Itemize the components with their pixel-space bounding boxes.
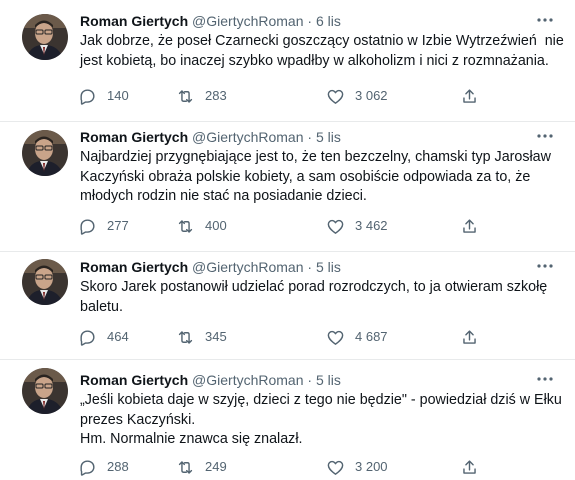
share-icon (460, 87, 479, 106)
like-button[interactable]: 3 200 (326, 457, 388, 477)
retweet-count: 400 (205, 218, 227, 233)
tweet-text-line: młodych rodzin nie stać na posiadanie dz… (80, 188, 367, 204)
share-icon (460, 217, 479, 236)
more-horizontal-icon[interactable] (535, 10, 555, 30)
author-handle[interactable]: @GiertychRoman (192, 372, 303, 388)
tweet-feed: Roman Giertych @GiertychRoman · 6 lis Ja… (0, 0, 575, 480)
avatar[interactable] (22, 14, 68, 60)
tweet-actions: 140 283 3 062 (78, 86, 478, 106)
retweet-button[interactable]: 400 (176, 216, 227, 236)
retweet-count: 345 (205, 329, 227, 344)
reply-count: 140 (107, 88, 129, 103)
tweet-actions: 464 345 4 687 (78, 327, 478, 347)
tweet-header: Roman Giertych @GiertychRoman · 6 lis (80, 12, 341, 31)
tweet-text: Skoro Jarek postanowił udzielać porad ro… (80, 278, 560, 317)
tweet-text-line: „Jeśli kobieta daje w szyję, dzieci z te… (80, 392, 562, 408)
tweet-actions: 277 400 3 462 (78, 216, 478, 236)
author-name[interactable]: Roman Giertych (80, 13, 188, 29)
more-horizontal-icon[interactable] (535, 256, 555, 276)
share-button[interactable] (460, 457, 479, 477)
author-name[interactable]: Roman Giertych (80, 259, 188, 275)
tweet-timestamp[interactable]: 6 lis (316, 13, 341, 29)
retweet-icon (176, 87, 195, 106)
tweet-text-line: Najbardziej przygnębiające jest to, że t… (80, 149, 551, 165)
like-count: 3 062 (355, 88, 388, 103)
tweet-text: Najbardziej przygnębiające jest to, że t… (80, 148, 560, 207)
avatar[interactable] (22, 130, 68, 176)
retweet-icon (176, 458, 195, 477)
like-icon (326, 87, 345, 106)
tweet-text-line: Skoro Jarek postanowił udzielać porad ro… (80, 279, 548, 295)
like-button[interactable]: 3 062 (326, 86, 388, 106)
tweet-text-line: jest kobietą, bo inaczej szybko wpadłby … (80, 52, 549, 69)
like-icon (326, 217, 345, 236)
tweet-text-line: baletu. (80, 298, 123, 315)
reply-count: 288 (107, 459, 129, 474)
reply-icon (78, 87, 97, 106)
retweet-icon (176, 328, 195, 347)
reply-icon (78, 328, 97, 347)
reply-button[interactable]: 464 (78, 327, 129, 347)
reply-count: 464 (107, 329, 129, 344)
tweet-timestamp[interactable]: 5 lis (316, 372, 341, 388)
separator-dot: · (307, 259, 313, 275)
tweet-timestamp[interactable]: 5 lis (316, 259, 341, 275)
retweet-count: 283 (205, 88, 227, 103)
tweet-header: Roman Giertych @GiertychRoman · 5 lis (80, 258, 341, 277)
separator-dot: · (307, 13, 313, 29)
author-handle[interactable]: @GiertychRoman (192, 13, 303, 29)
retweet-button[interactable]: 249 (176, 457, 227, 477)
avatar[interactable] (22, 368, 68, 414)
separator-dot: · (307, 129, 313, 145)
share-button[interactable] (460, 86, 479, 106)
retweet-count: 249 (205, 459, 227, 474)
tweet-text-line: Kaczyński obraża polskie kobiety, a sam … (80, 168, 531, 185)
tweet-header: Roman Giertych @GiertychRoman · 5 lis (80, 128, 341, 147)
reply-button[interactable]: 140 (78, 86, 129, 106)
like-icon (326, 458, 345, 477)
tweet[interactable]: Roman Giertych @GiertychRoman · 5 lis Na… (0, 122, 575, 252)
reply-icon (78, 458, 97, 477)
like-count: 3 462 (355, 218, 388, 233)
tweet-header: Roman Giertych @GiertychRoman · 5 lis (80, 371, 341, 390)
share-button[interactable] (460, 216, 479, 236)
tweet-text-line: Jak dobrze, że poseł Czarnecki goszczący… (80, 33, 564, 49)
share-button[interactable] (460, 327, 479, 347)
tweet[interactable]: Roman Giertych @GiertychRoman · 5 lis Sk… (0, 252, 575, 360)
tweet[interactable]: Roman Giertych @GiertychRoman · 6 lis Ja… (0, 0, 575, 122)
author-handle[interactable]: @GiertychRoman (192, 259, 303, 275)
separator-dot: · (307, 372, 313, 388)
tweet-text: Jak dobrze, że poseł Czarnecki goszczący… (80, 32, 564, 71)
more-horizontal-icon[interactable] (535, 126, 555, 146)
reply-icon (78, 217, 97, 236)
retweet-icon (176, 217, 195, 236)
tweet-text-line: prezes Kaczyński. (80, 411, 196, 428)
more-horizontal-icon[interactable] (535, 369, 555, 389)
tweet-timestamp[interactable]: 5 lis (316, 129, 341, 145)
tweet[interactable]: Roman Giertych @GiertychRoman · 5 lis „J… (0, 360, 575, 480)
retweet-button[interactable]: 283 (176, 86, 227, 106)
author-name[interactable]: Roman Giertych (80, 129, 188, 145)
reply-count: 277 (107, 218, 129, 233)
share-icon (460, 328, 479, 347)
tweet-text: „Jeśli kobieta daje w szyję, dzieci z te… (80, 391, 562, 450)
avatar[interactable] (22, 259, 68, 305)
like-count: 3 200 (355, 459, 388, 474)
author-handle[interactable]: @GiertychRoman (192, 129, 303, 145)
reply-button[interactable]: 277 (78, 216, 129, 236)
like-icon (326, 328, 345, 347)
tweet-actions: 288 249 3 200 (78, 457, 478, 477)
author-name[interactable]: Roman Giertych (80, 372, 188, 388)
like-button[interactable]: 4 687 (326, 327, 388, 347)
like-button[interactable]: 3 462 (326, 216, 388, 236)
share-icon (460, 458, 479, 477)
retweet-button[interactable]: 345 (176, 327, 227, 347)
reply-button[interactable]: 288 (78, 457, 129, 477)
like-count: 4 687 (355, 329, 388, 344)
tweet-text-line: Hm. Normalnie znawca się znalazł. (80, 431, 303, 447)
